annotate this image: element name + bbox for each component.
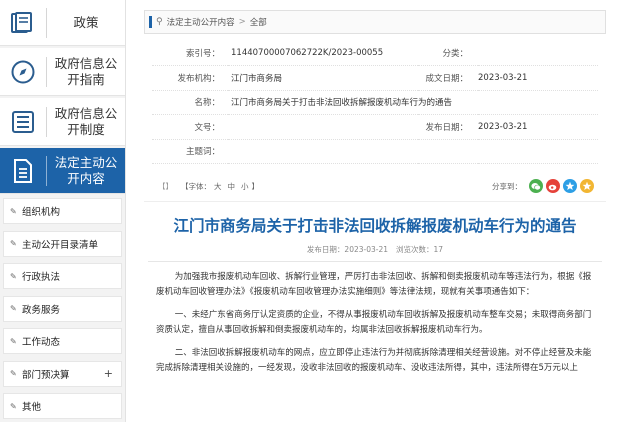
sidebar-item-budget[interactable]: ✎ 部门预决算 + xyxy=(3,360,122,387)
share-bar: 分享到： xyxy=(492,179,594,193)
meta-label: 成文日期： xyxy=(418,65,478,91)
meta-label: 索引号： xyxy=(152,41,228,66)
font-medium-button[interactable]: 中 xyxy=(228,182,236,191)
sidebar-item-law-enforcement[interactable]: ✎ 行政执法 xyxy=(3,263,122,289)
qzone-icon[interactable] xyxy=(563,179,577,193)
leaf-icon: ✎ xyxy=(10,369,17,378)
article-info: 发布日期：2023-03-21 浏览次数：17 xyxy=(144,244,606,255)
nav-label: 政府信息公开制度 xyxy=(54,105,118,137)
font-small-button[interactable]: 小 xyxy=(241,182,249,191)
nav-label: 法定主动公开内容 xyxy=(54,154,118,186)
breadcrumb-item[interactable]: 法定主动公开内容 xyxy=(167,16,235,28)
sidebar-item-other[interactable]: ✎ 其他 xyxy=(3,393,122,419)
meta-value xyxy=(478,41,598,66)
font-large-button[interactable]: 大 xyxy=(214,182,222,191)
leaf-icon: ✎ xyxy=(10,304,17,313)
article-paragraph: 一、未经广东省商务厅认定资质的企业，不得从事报废机动车回收拆解及报废机动车整车交… xyxy=(156,310,592,335)
meta-value xyxy=(228,114,418,140)
book-icon xyxy=(0,0,46,46)
leaf-icon: ✎ xyxy=(10,401,17,411)
leaf-icon: ✎ xyxy=(10,239,17,248)
nav-policy[interactable]: 政策 xyxy=(0,0,125,46)
meta-label: 发布日期： xyxy=(418,114,478,140)
share-label: 分享到： xyxy=(492,181,522,191)
article-title: 江门市商务局关于打击非法回收拆解报废机动车行为的通告 xyxy=(173,217,577,235)
sidebar: 政策 政府信息公开指南 政府信息公开制度 法定主动公开内容 ✎ 组织机构 ✎ 主动公… xyxy=(0,0,126,422)
share-more-icon[interactable] xyxy=(580,179,594,193)
breadcrumb-item[interactable]: 全部 xyxy=(250,16,267,28)
meta-value: 11440700007062722K/2023-00055 xyxy=(228,41,418,66)
article-toolbar: 【】 【字体：大中小】 分享到： xyxy=(144,172,606,202)
meta-label: 分类： xyxy=(418,41,478,66)
breadcrumb-separator: > xyxy=(238,17,246,27)
sidebar-item-work-news[interactable]: ✎ 工作动态 xyxy=(3,328,122,354)
weibo-icon[interactable] xyxy=(546,179,560,193)
list-icon xyxy=(0,99,46,145)
sidebar-item-gov-service[interactable]: ✎ 政务服务 xyxy=(3,295,122,322)
article-paragraph: 二、非法回收拆解报废机动车的网点，应立即停止违法行为并彻底拆除清理相关经营设施。… xyxy=(156,348,592,373)
location-icon: ⚲ xyxy=(156,17,163,27)
meta-value xyxy=(228,139,598,164)
view-count: 浏览次数：17 xyxy=(396,245,444,254)
nav-rules[interactable]: 政府信息公开制度 xyxy=(0,98,125,146)
nav-label: 政策 xyxy=(73,14,99,30)
leaf-icon: ✎ xyxy=(10,336,17,346)
main-content: ⚲ 法定主动公开内容 > 全部 索引号： 11440700007062722K/… xyxy=(144,10,606,422)
meta-value: 江门市商务局关于打击非法回收拆解报废机动车行为的通告 xyxy=(228,90,598,115)
breadcrumb: ⚲ 法定主动公开内容 > 全部 xyxy=(144,10,606,34)
wechat-icon[interactable] xyxy=(529,179,543,193)
meta-label: 文号： xyxy=(152,114,228,140)
sub-menu: ✎ 组织机构 ✎ 主动公开目录清单 ✎ 行政执法 ✎ 政务服务 ✎ 工作动态 ✎ 部门预决算… xyxy=(0,194,125,419)
meta-label: 发布机构： xyxy=(152,65,228,91)
leaf-icon: ✎ xyxy=(10,206,17,216)
meta-label: 名称： xyxy=(152,90,228,115)
meta-value: 2023-03-21 xyxy=(478,65,598,91)
leaf-icon: ✎ xyxy=(10,271,17,281)
publish-date: 发布日期：2023-03-21 xyxy=(306,245,389,254)
nav-label: 政府信息公开指南 xyxy=(54,55,118,87)
meta-value: 2023-03-21 xyxy=(478,114,598,140)
sidebar-item-organization[interactable]: ✎ 组织机构 xyxy=(3,198,122,224)
nav-guide[interactable]: 政府信息公开指南 xyxy=(0,48,125,96)
meta-value: 江门市商务局 xyxy=(228,65,418,91)
sidebar-item-catalog[interactable]: ✎ 主动公开目录清单 xyxy=(3,230,122,257)
meta-label: 主题词： xyxy=(152,139,228,164)
nav-statutory-content[interactable]: 法定主动公开内容 xyxy=(0,148,125,194)
article-paragraph: 为加强我市报废机动车回收、拆解行业管理，严厉打击非法回收、拆解和倒卖报废机动车等… xyxy=(156,272,592,297)
print-button[interactable]: 【】 xyxy=(158,181,173,192)
document-icon xyxy=(0,148,46,194)
document-meta-table: 索引号： 11440700007062722K/2023-00055 分类： 发… xyxy=(152,41,598,164)
expand-icon[interactable]: + xyxy=(104,367,113,380)
font-size-control: 【字体：大中小】 xyxy=(181,182,259,191)
compass-icon xyxy=(0,49,46,95)
